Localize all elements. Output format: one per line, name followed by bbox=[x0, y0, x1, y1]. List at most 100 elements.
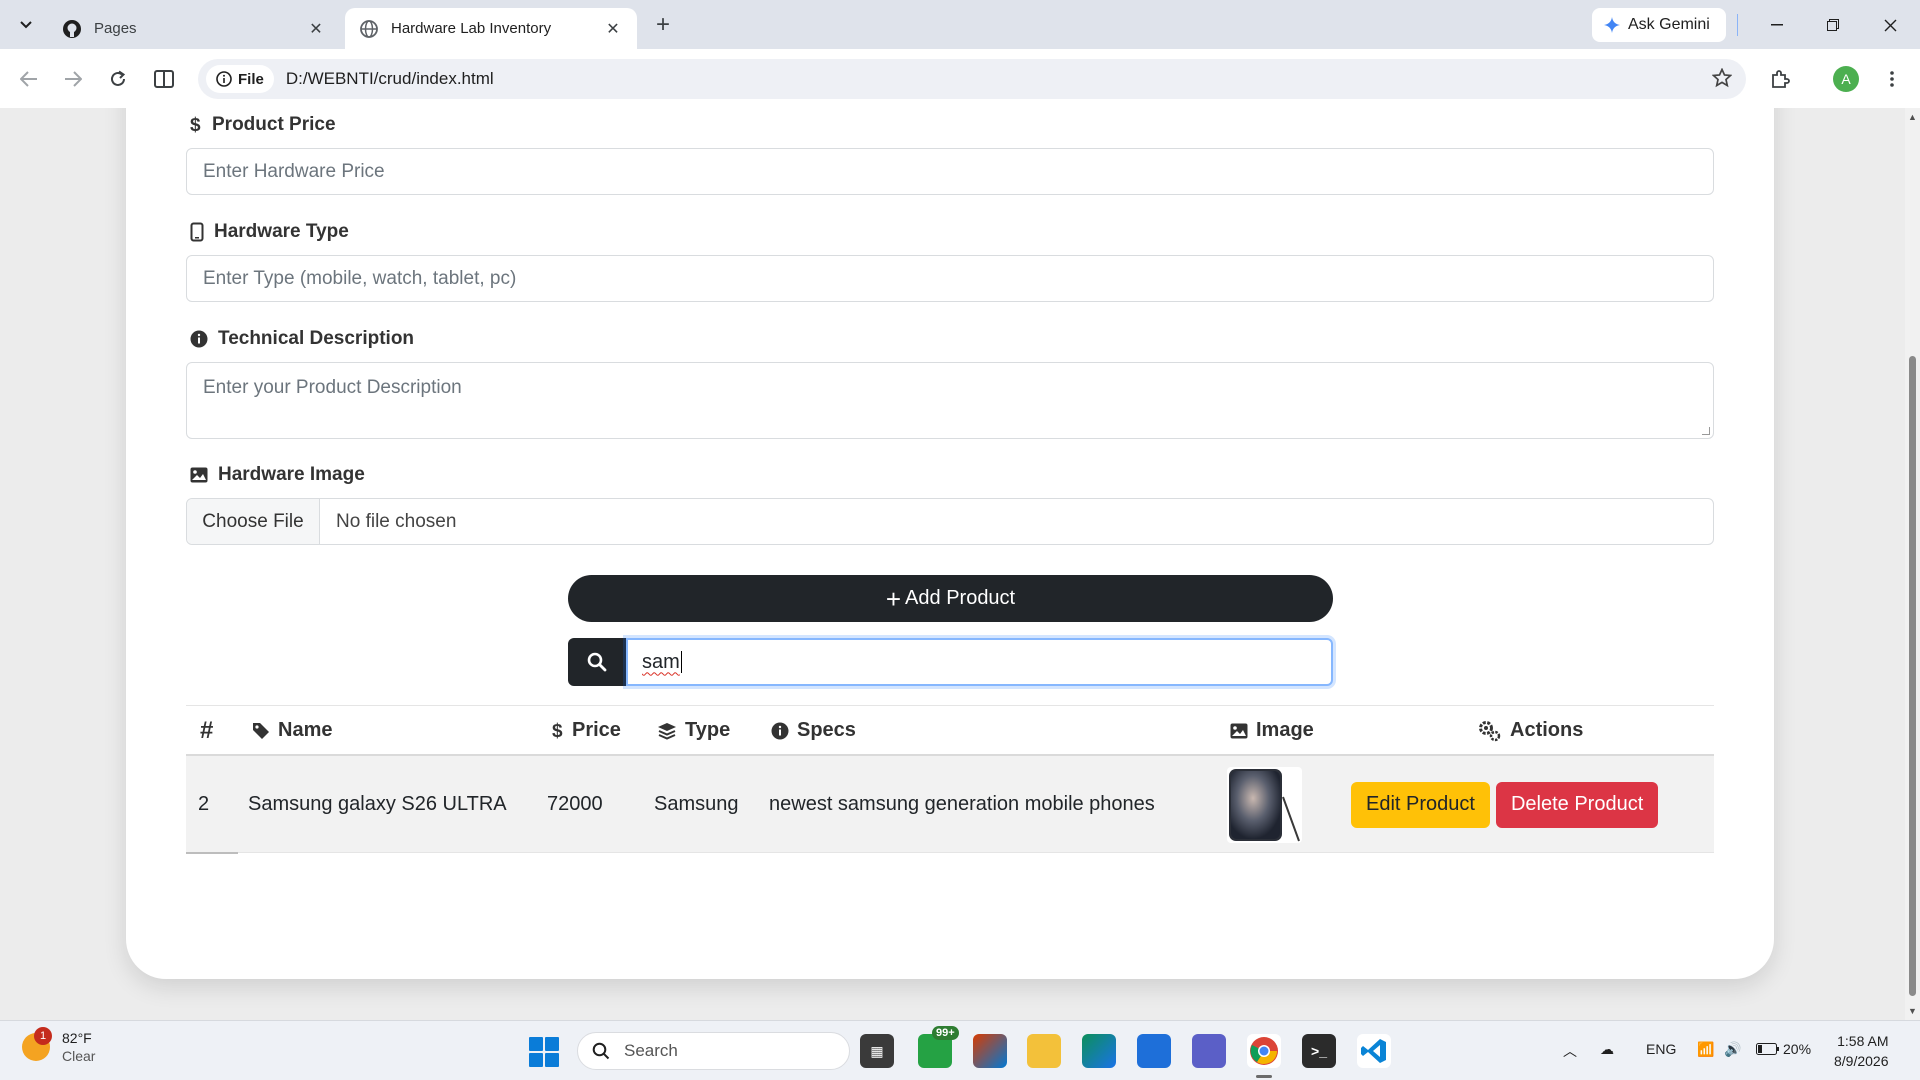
search-addon bbox=[568, 638, 626, 686]
vscode-icon[interactable] bbox=[1357, 1034, 1391, 1068]
product-thumbnail bbox=[1227, 766, 1302, 843]
windows-logo-tile bbox=[529, 1053, 543, 1067]
split-view-button[interactable] bbox=[148, 63, 180, 95]
windows-logo-tile bbox=[529, 1037, 543, 1051]
header-image: Image bbox=[1230, 706, 1314, 755]
new-tab-button[interactable]: + bbox=[648, 11, 678, 41]
windows-logo-tile bbox=[545, 1037, 559, 1051]
volume-icon[interactable]: 🔊 bbox=[1724, 1041, 1741, 1058]
weather-badge: 1 bbox=[34, 1027, 52, 1045]
search-input[interactable]: sam bbox=[626, 638, 1333, 686]
forward-button[interactable] bbox=[57, 63, 89, 95]
site-info-label: File bbox=[238, 70, 264, 88]
language-indicator[interactable]: ENG bbox=[1646, 1041, 1676, 1057]
scroll-up-arrow-icon[interactable]: ▲ bbox=[1908, 112, 1917, 122]
back-button[interactable] bbox=[13, 63, 45, 95]
copilot-icon[interactable] bbox=[973, 1034, 1007, 1068]
row-underline bbox=[186, 852, 238, 854]
ask-gemini-button[interactable]: Ask Gemini bbox=[1592, 8, 1726, 42]
header-actions-text: Actions bbox=[1510, 719, 1584, 741]
add-product-button[interactable]: + Add Product bbox=[568, 575, 1333, 622]
onedrive-cloud-icon[interactable]: ☁ bbox=[1600, 1041, 1614, 1058]
description-placeholder: Enter your Product Description bbox=[203, 377, 462, 398]
info-circle-icon bbox=[190, 330, 208, 348]
type-label-text: Hardware Type bbox=[214, 221, 349, 242]
whatsapp-icon[interactable]: 99+ bbox=[918, 1026, 959, 1068]
battery-icon bbox=[1756, 1043, 1779, 1055]
price-placeholder: Enter Hardware Price bbox=[203, 160, 385, 182]
system-clock[interactable]: 1:58 AM 8/9/2026 bbox=[1834, 1031, 1889, 1071]
edge-icon[interactable] bbox=[1082, 1034, 1116, 1068]
address-bar[interactable]: File D:/WEBNTI/crud/index.html bbox=[198, 59, 1746, 99]
type-input[interactable]: Enter Type (mobile, watch, tablet, pc) bbox=[186, 255, 1714, 302]
tab-title: Pages bbox=[94, 20, 137, 37]
resize-handle[interactable] bbox=[1702, 427, 1710, 435]
bookmark-star-icon[interactable] bbox=[1711, 67, 1733, 93]
price-input[interactable]: Enter Hardware Price bbox=[186, 148, 1714, 195]
gears-icon bbox=[1479, 720, 1501, 741]
url-text[interactable]: D:/WEBNTI/crud/index.html bbox=[286, 69, 494, 89]
chevron-down-icon bbox=[20, 21, 32, 29]
delete-product-button[interactable]: Delete Product bbox=[1495, 781, 1659, 828]
kebab-menu-icon bbox=[1890, 71, 1894, 87]
table-header: # Name $ Price Type Specs Image Actions bbox=[186, 705, 1714, 756]
header-image-text: Image bbox=[1256, 719, 1314, 741]
layers-icon bbox=[658, 722, 676, 740]
edit-product-button[interactable]: Edit Product bbox=[1351, 781, 1490, 828]
svg-text:$: $ bbox=[190, 115, 201, 135]
windows-taskbar: 1 82°F Clear Search ▦ 99+ >_ ︿ ☁ ENG 📶 🔊… bbox=[0, 1020, 1920, 1080]
chrome-icon[interactable] bbox=[1247, 1034, 1281, 1068]
image-file-input[interactable]: Choose File No file chosen bbox=[186, 498, 1714, 545]
dollar-icon: $ bbox=[190, 115, 201, 135]
choose-file-button[interactable]: Choose File bbox=[187, 499, 320, 544]
minimize-button[interactable] bbox=[1757, 8, 1797, 42]
tab-hardware-lab-inventory[interactable]: Hardware Lab Inventory ✕ bbox=[345, 8, 637, 49]
wifi-icon[interactable]: 📶 bbox=[1697, 1041, 1714, 1058]
svg-text:$: $ bbox=[552, 721, 563, 741]
start-button[interactable] bbox=[529, 1037, 559, 1067]
header-name-text: Name bbox=[278, 719, 333, 741]
battery-indicator[interactable]: 20% bbox=[1756, 1041, 1811, 1057]
menu-button[interactable] bbox=[1876, 63, 1908, 95]
file-explorer-icon[interactable] bbox=[1027, 1034, 1061, 1068]
file-status: No file chosen bbox=[336, 510, 457, 532]
phone-image bbox=[1229, 768, 1300, 841]
extensions-button[interactable] bbox=[1764, 63, 1796, 95]
clock-time: 1:58 AM bbox=[1837, 1033, 1889, 1049]
tab-pages[interactable]: Pages ✕ bbox=[48, 8, 340, 49]
site-info-button[interactable]: File bbox=[206, 65, 274, 93]
close-icon[interactable]: ✕ bbox=[603, 19, 623, 39]
ask-gemini-label: Ask Gemini bbox=[1628, 16, 1710, 33]
header-type-text: Type bbox=[685, 719, 731, 741]
image-label: Hardware Image bbox=[190, 464, 365, 486]
type-label: Hardware Type bbox=[190, 221, 349, 243]
active-indicator bbox=[1256, 1075, 1272, 1078]
price-label-text: Product Price bbox=[212, 114, 336, 135]
page-viewport: $ Product Price Enter Hardware Price Har… bbox=[0, 108, 1905, 1020]
restore-button[interactable] bbox=[1813, 8, 1853, 42]
clock-date: 8/9/2026 bbox=[1834, 1053, 1889, 1069]
text-caret bbox=[680, 651, 682, 673]
github-icon bbox=[62, 19, 82, 39]
page-scrollbar[interactable]: ▲ ▼ bbox=[1905, 108, 1920, 1020]
teams-icon[interactable] bbox=[1192, 1034, 1226, 1068]
image-icon bbox=[1230, 723, 1248, 738]
store-icon[interactable] bbox=[1137, 1034, 1171, 1068]
header-actions: Actions bbox=[1478, 706, 1583, 755]
scrollbar-thumb[interactable] bbox=[1909, 356, 1916, 996]
windows-logo-tile bbox=[545, 1053, 559, 1067]
description-textarea[interactable]: Enter your Product Description bbox=[186, 362, 1714, 439]
profile-avatar[interactable]: A bbox=[1833, 66, 1859, 92]
close-icon[interactable]: ✕ bbox=[306, 19, 326, 39]
close-icon bbox=[1884, 19, 1896, 31]
tab-search-button[interactable] bbox=[10, 9, 42, 41]
scroll-down-arrow-icon[interactable]: ▼ bbox=[1908, 1006, 1917, 1016]
reload-button[interactable] bbox=[102, 63, 134, 95]
weather-widget[interactable]: 1 82°F Clear bbox=[22, 1027, 95, 1065]
show-hidden-icons-chevron-icon[interactable]: ︿ bbox=[1563, 1041, 1577, 1061]
terminal-icon[interactable]: >_ bbox=[1302, 1034, 1336, 1068]
close-window-button[interactable] bbox=[1870, 8, 1910, 42]
task-view-icon[interactable]: ▦ bbox=[860, 1034, 894, 1068]
taskbar-search[interactable]: Search bbox=[577, 1032, 850, 1070]
type-placeholder: Enter Type (mobile, watch, tablet, pc) bbox=[203, 267, 517, 289]
